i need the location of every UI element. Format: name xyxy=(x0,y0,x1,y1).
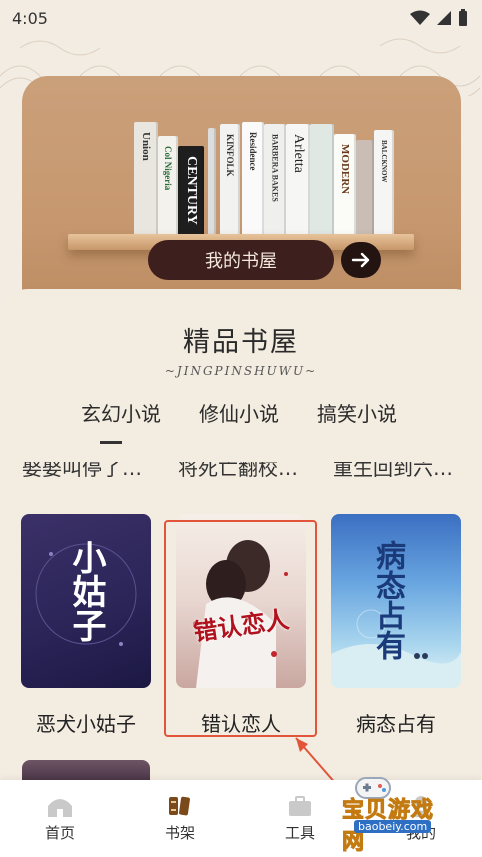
book-title[interactable]: 病态占有 xyxy=(331,708,461,737)
cover-title: 小姑子 xyxy=(66,540,106,642)
list-item[interactable]: 娶娶叫停了… xyxy=(22,462,142,481)
list-item[interactable]: 重生回到六… xyxy=(333,462,453,481)
list-item[interactable]: 将死亡翻校… xyxy=(178,462,298,481)
section-title: 精品书屋 xyxy=(183,327,299,358)
arrow-right-icon xyxy=(351,252,370,268)
watermark-url: baobeiy.com xyxy=(354,820,432,833)
book-spine: Union xyxy=(134,122,158,240)
my-books-label: 我的书屋 xyxy=(205,251,277,272)
category-tabs: 玄幻小说 修仙小说 搞笑小说 xyxy=(0,398,482,438)
book-spine: BARBERA BAKES xyxy=(264,124,286,240)
book-cover[interactable]: 病态占有 xyxy=(331,514,461,688)
book-spine: Residence xyxy=(242,122,264,240)
scrolled-title-row: 娶娶叫停了… 将死亡翻校… 重生回到六… xyxy=(0,462,482,486)
my-books-button[interactable]: 我的书屋 xyxy=(148,240,334,280)
wifi-icon xyxy=(410,10,430,25)
book-spine: Arletta xyxy=(286,124,310,240)
status-time: 4:05 xyxy=(12,8,48,28)
book-spine: KINFOLK xyxy=(220,124,240,240)
nav-label: 首页 xyxy=(44,824,75,842)
nav-bookshelf[interactable]: 书架 xyxy=(145,794,215,843)
nav-label: 书架 xyxy=(164,824,195,842)
tab-xuanhuan[interactable]: 玄幻小说 xyxy=(81,398,161,427)
book-spine: MODERN xyxy=(334,134,356,240)
battery-icon xyxy=(459,9,467,26)
status-bar: 4:05 xyxy=(0,0,482,36)
book-spine: BALCKNOW xyxy=(374,130,394,240)
book-spine: Col Nigeria xyxy=(158,136,178,240)
signal-icon xyxy=(437,11,451,25)
status-icons xyxy=(410,9,468,27)
active-tab-indicator xyxy=(100,441,122,444)
book-spine xyxy=(208,128,216,240)
selection-highlight xyxy=(164,520,317,737)
book-card[interactable]: 病态占有 病态占有 xyxy=(331,514,461,736)
arrow-right-button[interactable] xyxy=(341,242,381,278)
book-spine xyxy=(356,140,374,240)
tab-xiuxian[interactable]: 修仙小说 xyxy=(199,398,279,427)
book-card[interactable]: 小姑子 恶犬小姑子 xyxy=(21,514,151,736)
book-spine: CENTURY xyxy=(178,146,204,240)
watermark-logo: 宝贝游戏网 baobeiy.com xyxy=(300,770,450,856)
book-spine xyxy=(310,124,334,240)
book-title[interactable]: 恶犬小姑子 xyxy=(21,708,151,737)
home-icon xyxy=(48,799,72,817)
tab-gaoxiao[interactable]: 搞笑小说 xyxy=(317,398,397,427)
section-subtitle: ~JINGPINSHUWU~ xyxy=(164,364,318,378)
cover-title: 病态占有 xyxy=(370,540,405,660)
bookshelf-icon xyxy=(169,796,190,816)
book-cover[interactable]: 小姑子 xyxy=(21,514,151,688)
hero-banner: Union Col Nigeria CENTURY KINFOLK Reside… xyxy=(22,76,461,316)
nav-home[interactable]: 首页 xyxy=(25,794,95,843)
